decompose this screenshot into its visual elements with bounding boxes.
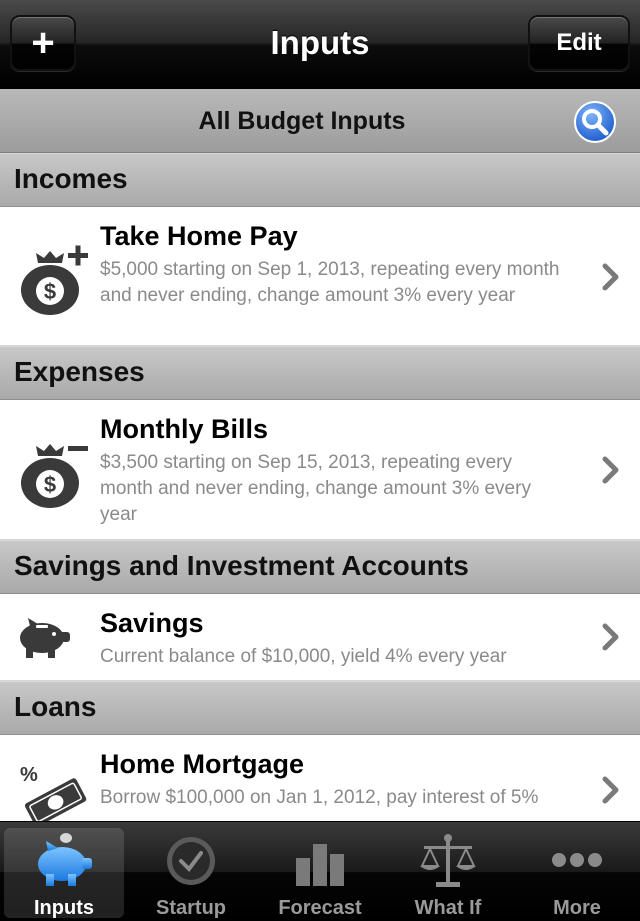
section-title: Expenses [14,356,145,387]
item-title: Savings [100,608,204,638]
scales-icon [420,834,476,887]
piggy-bank-icon [20,618,70,658]
item-title: Home Mortgage [100,749,305,779]
search-icon[interactable] [573,100,617,144]
tab-startup[interactable]: Startup [131,828,251,919]
clock-icon [167,837,215,885]
tab-label: Forecast [278,897,362,919]
filter-bar: All Budget Inputs [0,89,640,153]
tab-forecast[interactable]: Forecast [260,828,380,919]
svg-text:%: % [20,764,38,786]
money-bag-minus-icon: $ [21,444,88,508]
money-bag-plus-icon: $ [21,245,88,315]
chevron-right-icon [602,456,619,484]
tab-label: Inputs [34,897,94,919]
chevron-right-icon [602,776,619,804]
more-dots-icon [552,853,602,867]
chevron-right-icon [602,263,619,291]
svg-text:$: $ [44,279,56,304]
item-title: Take Home Pay [100,221,298,251]
item-description: $5,000 starting on Sep 1, 2013, repeatin… [100,259,560,306]
item-description: Borrow $100,000 on Jan 1, 2012, pay inte… [100,787,539,808]
list-item-home-mortgage[interactable]: % Home Mortgage Borrow $100,000 on Jan 1… [0,735,640,821]
list-item-savings[interactable]: Savings Current balance of $10,000, yiel… [0,594,640,681]
section-header-incomes: Incomes [0,153,640,207]
inputs-list: Incomes $ Take Home Pay $5,000 starting … [0,153,640,821]
section-title: Savings and Investment Accounts [14,550,469,581]
svg-text:$: $ [44,472,56,497]
tab-label: What If [414,897,482,919]
item-title: Monthly Bills [100,414,268,444]
section-title: Incomes [14,163,128,194]
section-header-expenses: Expenses [0,346,640,400]
item-description: Current balance of $10,000, yield 4% eve… [100,646,507,667]
chevron-right-icon [602,623,619,651]
cash-percent-icon: % [20,764,87,821]
tab-label: Startup [156,897,226,919]
list-item-take-home-pay[interactable]: $ Take Home Pay $5,000 starting on Sep 1… [0,207,640,346]
tab-what-if[interactable]: What If [388,828,508,919]
tab-inputs[interactable]: Inputs [4,828,124,919]
section-title: Loans [14,691,97,722]
filter-title: All Budget Inputs [198,107,406,135]
tab-more[interactable]: More [517,828,637,919]
bar-chart-icon [296,844,344,886]
tab-label: More [553,897,601,919]
navigation-bar: + Inputs Edit [0,0,640,89]
edit-button[interactable]: Edit [528,15,630,71]
item-description: $3,500 starting on Sep 15, 2013, repeati… [100,452,531,525]
section-header-savings: Savings and Investment Accounts [0,540,640,594]
section-header-loans: Loans [0,681,640,735]
list-item-monthly-bills[interactable]: $ Monthly Bills $3,500 starting on Sep 1… [0,400,640,540]
tab-bar: Inputs Startup Forecast What If More [0,821,640,921]
piggy-bank-icon [38,833,92,886]
